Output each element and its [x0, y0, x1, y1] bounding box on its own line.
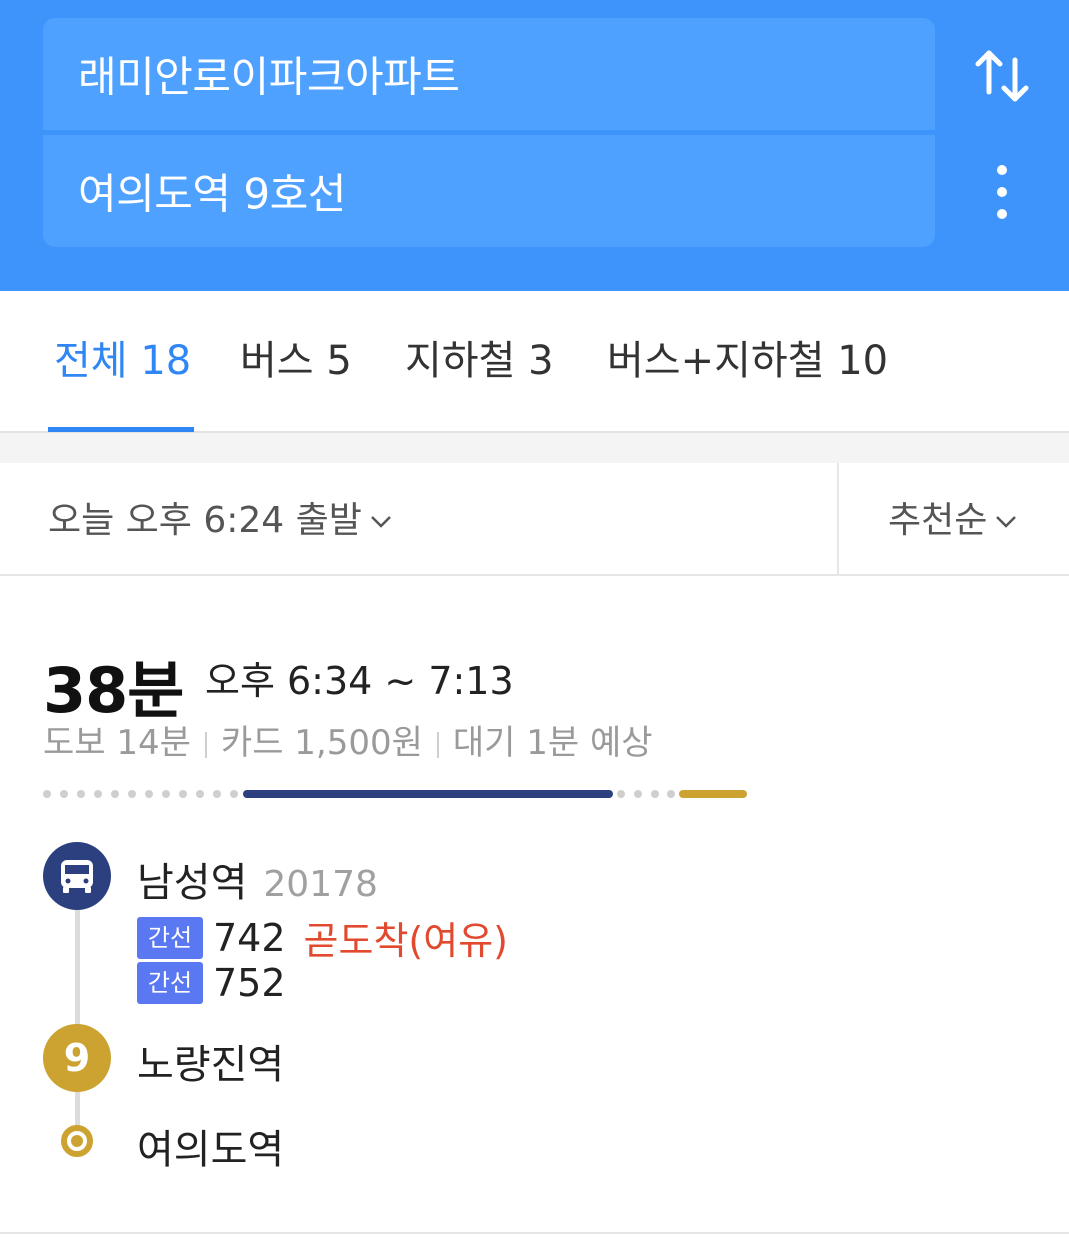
tab-bus-subway[interactable]: 버스+지하철 10: [607, 331, 888, 391]
arrival-status: 곧도착(여유): [303, 919, 508, 963]
section-gap: [0, 433, 1069, 463]
tab-all[interactable]: 전체 18: [54, 331, 191, 391]
chevron-down-icon: [371, 516, 391, 528]
walk-segment-dots: [43, 790, 238, 798]
card-divider: [0, 1232, 1069, 1234]
more-vertical-icon[interactable]: [990, 162, 1014, 222]
departure-time-selector[interactable]: 오늘 오후 6:24 출발: [48, 491, 392, 543]
stop-id: 20178: [263, 864, 378, 905]
summary-separator: [436, 731, 439, 758]
sort-label: 추천순: [888, 500, 988, 541]
stop-yeouido[interactable]: 여의도역: [137, 1117, 284, 1175]
stop-nam-seong[interactable]: 남성역 20178: [137, 850, 378, 908]
bus-number: 752: [213, 961, 286, 1005]
bus-type-badge: 간선: [137, 962, 203, 1004]
filter-divider: [837, 463, 839, 576]
stop-noryangjin[interactable]: 노량진역: [137, 1032, 284, 1090]
tab-bus[interactable]: 버스 5: [240, 331, 352, 391]
destination-text: 여의도역 9호선: [78, 169, 346, 219]
chevron-down-icon: [996, 516, 1017, 528]
bus-stop-badge: [43, 842, 111, 910]
bus-icon: [61, 860, 93, 893]
origin-text: 래미안로이파크아파트: [78, 52, 460, 102]
bus-number: 742: [213, 915, 286, 960]
route-summary: 도보 14분 카드 1,500원 대기 1분 예상: [43, 715, 653, 764]
tab-subway[interactable]: 지하철 3: [405, 331, 554, 391]
transfer-walk-dots: [617, 790, 675, 798]
destination-field[interactable]: 여의도역 9호선: [43, 135, 935, 247]
bus-route-row[interactable]: 간선 742 곧도착(여유): [137, 910, 508, 963]
route-connector-line: [75, 905, 80, 1030]
bus-route-row[interactable]: 간선 752: [137, 961, 286, 1005]
bus-type-badge: 간선: [137, 916, 203, 959]
swap-icon[interactable]: [972, 48, 1032, 104]
subway-line-9-icon: 9: [43, 1024, 111, 1092]
summary-separator: [204, 731, 207, 758]
active-tab-indicator: [48, 427, 194, 432]
search-header: 래미안로이파크아파트 여의도역 9호선: [0, 0, 1069, 291]
filter-bar: 오늘 오후 6:24 출발 추천순: [0, 463, 1069, 576]
sort-selector[interactable]: 추천순: [888, 491, 1017, 543]
wait-time: 대기 1분 예상: [452, 723, 653, 763]
destination-dot-icon: [61, 1125, 93, 1157]
fare: 카드 1,500원: [220, 723, 423, 763]
route-time-range: 오후 6:34 ~ 7:13: [205, 659, 514, 703]
route-type-tabs: 전체 18 버스 5 지하철 3 버스+지하철 10: [0, 291, 1069, 433]
walk-time: 도보 14분: [43, 723, 191, 763]
stop-name: 남성역: [137, 860, 248, 906]
origin-field[interactable]: 래미안로이파크아파트: [43, 18, 935, 130]
route-connector-line: [75, 1090, 80, 1130]
route-timeline-bar: [43, 790, 747, 798]
departure-time-label: 오늘 오후 6:24 출발: [48, 500, 362, 541]
